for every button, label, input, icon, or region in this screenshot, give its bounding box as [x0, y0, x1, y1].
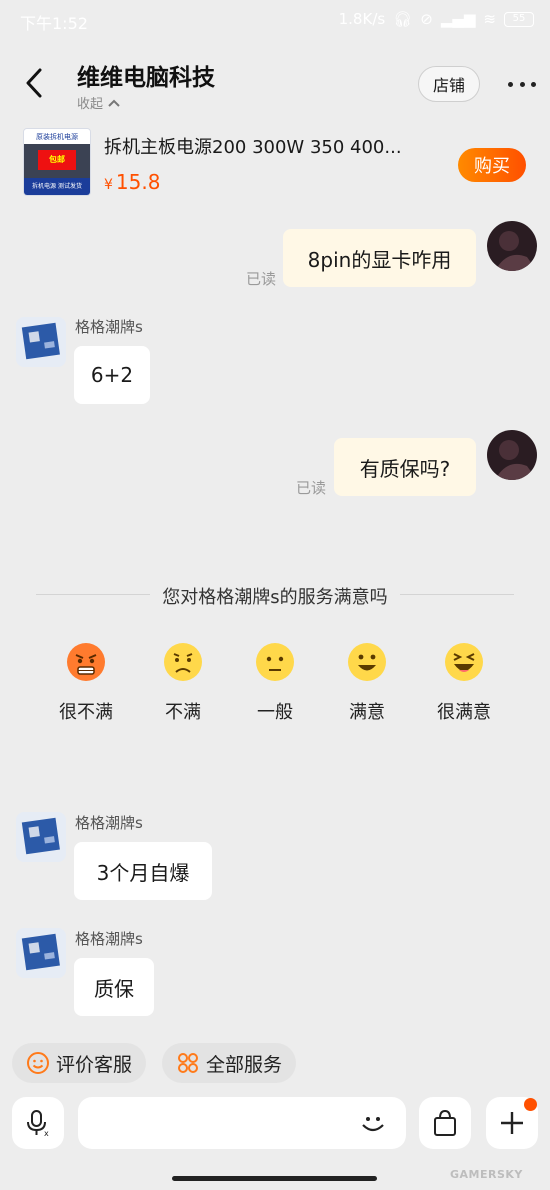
shop-name: 维维电脑科技 — [77, 65, 215, 91]
microphone-icon: x — [27, 1110, 49, 1138]
shopping-bag-button[interactable] — [419, 1097, 471, 1149]
survey-title: 您对格格潮牌s的服务满意吗 — [0, 583, 550, 609]
price-value: 15.8 — [115, 170, 161, 194]
my-avatar[interactable] — [487, 430, 537, 480]
all-services-label: 全部服务 — [206, 1053, 283, 1076]
smile-face-icon — [348, 643, 386, 681]
headphones-icon: 🎧︎ — [393, 10, 413, 28]
rating-label: 满意 — [349, 702, 385, 723]
rating-label: 一般 — [257, 702, 293, 723]
neutral-face-icon — [256, 643, 294, 681]
laughing-face-icon — [445, 643, 483, 681]
more-options-icon[interactable] — [508, 74, 536, 94]
home-indicator — [172, 1176, 377, 1181]
shopping-bag-icon — [434, 1109, 456, 1136]
rating-neutral[interactable]: 一般 — [235, 642, 315, 724]
svg-text:x: x — [44, 1129, 49, 1138]
product-name[interactable]: 拆机主板电源200 300W 350 400... — [104, 133, 444, 159]
services-grid-icon — [178, 1053, 198, 1073]
signal-icon: ▂▄▆ — [440, 10, 476, 28]
my-avatar[interactable] — [487, 221, 537, 271]
plus-icon — [501, 1112, 523, 1134]
alarm-off-icon: ⊘ — [420, 10, 433, 28]
wifi-icon: ≋ — [483, 10, 496, 28]
read-receipt: 已读 — [246, 270, 277, 288]
rate-service-label: 评价客服 — [56, 1053, 133, 1076]
net-speed: 1.8K/s — [338, 10, 386, 28]
sad-face-icon — [164, 643, 202, 681]
rating-satisfied[interactable]: 满意 — [327, 642, 407, 724]
buy-button[interactable]: 购买 — [458, 148, 526, 182]
price-currency: ¥ — [104, 177, 113, 193]
message-bubble-other[interactable]: 6+2 — [74, 346, 150, 404]
notification-dot — [524, 1098, 537, 1111]
store-button[interactable]: 店铺 — [418, 66, 480, 102]
seller-avatar[interactable] — [16, 928, 66, 978]
collapse-toggle[interactable]: 收起 — [77, 93, 121, 112]
rating-label: 很不满 — [59, 702, 113, 723]
rating-unsatisfied[interactable]: 不满 — [143, 642, 223, 724]
message-bubble-other[interactable]: 质保 — [74, 958, 154, 1016]
sender-name: 格格潮牌s — [75, 930, 143, 948]
sender-name: 格格潮牌s — [75, 318, 143, 336]
rating-label: 不满 — [165, 702, 201, 723]
product-price: ¥15.8 — [104, 170, 160, 194]
status-icons: 1.8K/s 🎧︎ ⊘ ▂▄▆ ≋ 55 — [339, 10, 534, 28]
watermark: GAMERSKY — [450, 1168, 523, 1181]
seller-avatar[interactable] — [16, 317, 66, 367]
voice-input-button[interactable]: x — [12, 1097, 64, 1149]
all-services-button[interactable]: 全部服务 — [162, 1043, 297, 1083]
rating-label: 很满意 — [437, 702, 491, 723]
seller-avatar[interactable] — [16, 812, 66, 862]
thumb-caption-top: 原装拆机电源 — [24, 129, 90, 144]
survey-title-text: 您对格格潮牌s的服务满意吗 — [150, 587, 400, 608]
chevron-up-icon — [108, 99, 120, 107]
rating-very-satisfied[interactable]: 很满意 — [424, 642, 504, 724]
message-bubble-other[interactable]: 3个月自爆 — [74, 842, 212, 900]
thumb-caption-bottom: 拆机电源 测试发货 — [24, 178, 90, 195]
rate-service-button[interactable]: 评价客服 — [12, 1043, 147, 1083]
message-bubble-mine[interactable]: 有质保吗? — [334, 438, 476, 496]
message-input[interactable] — [78, 1097, 406, 1149]
sender-name: 格格潮牌s — [75, 814, 143, 832]
message-bubble-mine[interactable]: 8pin的显卡咋用 — [283, 229, 476, 287]
smiley-icon — [27, 1052, 49, 1074]
read-receipt: 已读 — [296, 479, 327, 497]
status-time: 下午1:52 — [20, 14, 88, 33]
thumb-badge: 包邮 — [38, 150, 76, 170]
back-button[interactable] — [20, 66, 48, 100]
emoji-icon[interactable] — [358, 1108, 388, 1138]
collapse-label: 收起 — [77, 97, 104, 112]
battery-icon: 55 — [504, 11, 534, 27]
rating-very-unsatisfied[interactable]: 很不满 — [46, 642, 126, 724]
angry-face-icon — [67, 643, 105, 681]
product-thumbnail[interactable]: 原装拆机电源 包邮 拆机电源 测试发货 — [23, 128, 91, 196]
